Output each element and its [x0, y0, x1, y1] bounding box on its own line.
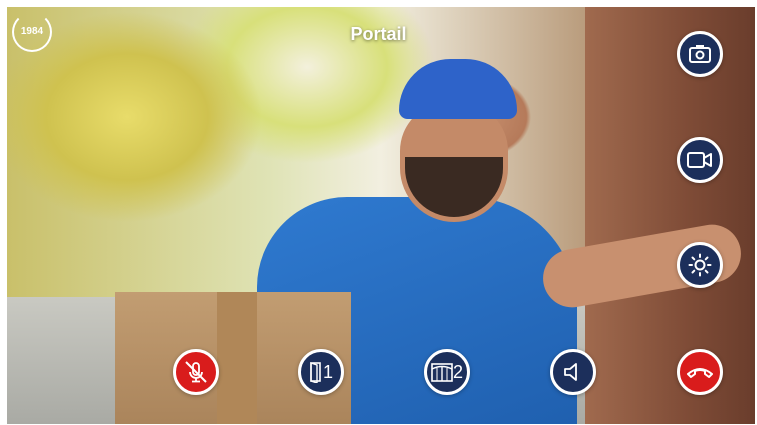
open-door-1-button[interactable]: 1: [298, 349, 344, 395]
video-camera-icon: [687, 152, 712, 168]
mute-microphone-button[interactable]: [173, 349, 219, 395]
gate-number-label: 2: [452, 362, 463, 382]
open-gate-2-button[interactable]: 2: [424, 349, 470, 395]
volume-button[interactable]: [550, 349, 596, 395]
snapshot-button[interactable]: [677, 31, 723, 77]
door-number-label: 1: [322, 362, 333, 382]
video-feed: [7, 7, 755, 424]
brick-wall: [585, 7, 755, 424]
camera-photo-icon: [689, 45, 711, 63]
speaker-icon: [564, 363, 577, 381]
door-icon: [310, 362, 321, 383]
phone-hangup-icon: [687, 368, 713, 378]
microphone-off-icon: [185, 361, 207, 383]
person-cap: [399, 59, 517, 119]
record-button[interactable]: [677, 137, 723, 183]
box-tape: [217, 292, 257, 424]
page-title: Portail: [350, 24, 407, 44]
sun-icon: [688, 253, 712, 277]
brightness-button[interactable]: [677, 242, 723, 288]
hang-up-button[interactable]: [677, 349, 723, 395]
gate-icon: [431, 363, 453, 382]
